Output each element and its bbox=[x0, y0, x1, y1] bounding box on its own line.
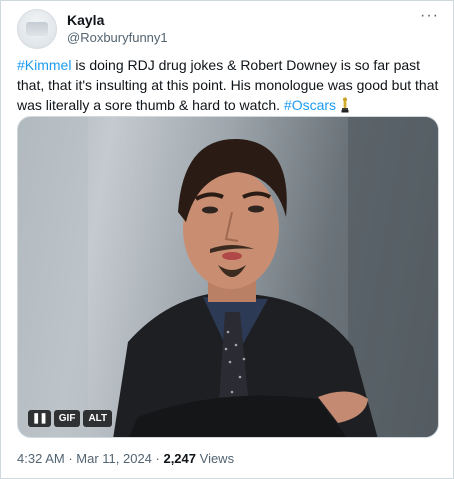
gif-media[interactable]: ❚❚ GIF ALT bbox=[17, 116, 439, 438]
hashtag-oscars[interactable]: #Oscars bbox=[284, 97, 336, 113]
tweet-body: is doing RDJ drug jokes & Robert Downey … bbox=[17, 57, 439, 113]
more-options-icon[interactable]: ··· bbox=[420, 7, 439, 25]
meta-separator: · bbox=[64, 451, 77, 466]
meta-separator-2: · bbox=[151, 451, 164, 466]
views-label: Views bbox=[196, 451, 235, 466]
avatar[interactable] bbox=[17, 9, 57, 49]
author-name[interactable]: Kayla bbox=[67, 12, 104, 28]
views-count[interactable]: 2,247 bbox=[163, 451, 196, 466]
tweet-meta: 4:32 AM · Mar 11, 2024 · 2,247 Views bbox=[17, 451, 234, 466]
gif-frame-illustration bbox=[18, 117, 438, 437]
tweet-card: Kayla @Roxburyfunny1 ··· #Kimmel is doin… bbox=[0, 0, 454, 479]
avatar-image bbox=[26, 22, 48, 36]
hashtag-kimmel[interactable]: #Kimmel bbox=[17, 57, 71, 73]
tweet-date[interactable]: Mar 11, 2024 bbox=[76, 451, 152, 466]
alt-text-button[interactable]: ALT bbox=[83, 410, 113, 427]
tweet-time[interactable]: 4:32 AM bbox=[17, 451, 65, 466]
author-handle[interactable]: @Roxburyfunny1 bbox=[67, 30, 168, 45]
pause-button[interactable]: ❚❚ bbox=[28, 410, 51, 427]
oscar-statuette-icon bbox=[340, 97, 350, 118]
tweet-text: #Kimmel is doing RDJ drug jokes & Robert… bbox=[17, 55, 445, 118]
gif-badge: GIF bbox=[53, 410, 81, 427]
media-badges: ❚❚ GIF ALT bbox=[28, 410, 113, 427]
